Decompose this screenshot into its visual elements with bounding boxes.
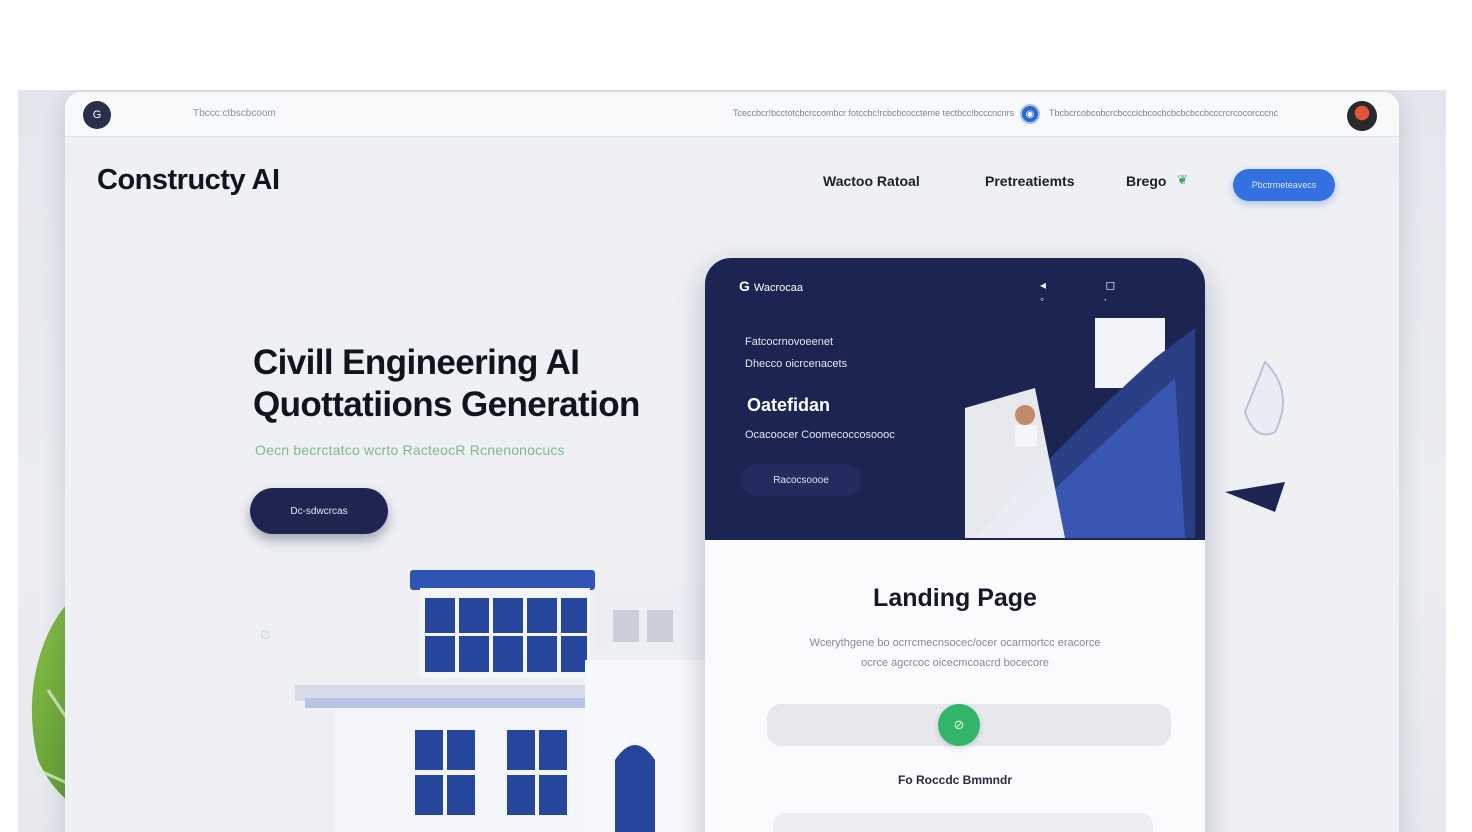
nav-item-3[interactable]: Brego [1126,173,1166,189]
phone-mockup: G Wacrocaa ◂ ◻ ◦ ∙ Fatcocrnovoeenet Dhecc… [705,258,1205,832]
hero-subtitle: Oecn becrctatco wcrto RacteocR Rcnenonoc… [255,442,565,458]
url-text-left: Tceccbcr!bcctotcbcrccombcr fotccbc!rcbcb… [733,108,1015,118]
building-illustration [295,570,715,832]
globe-icon[interactable]: ◉ [1020,104,1040,124]
landing-desc-line-1: Wcerythgene bo ocrrcmecnsocec/ocer ocarm… [809,637,1101,649]
landing-label: Fo Roccdc Bmmndr [897,773,1012,787]
phone-text-line-2: Dhecco oicrcenacets [745,358,848,370]
page-backdrop: G Tbccc:ctbscbcoom Tceccbcr!bcctotcbcrcc… [18,90,1446,832]
hero-cta-button[interactable]: Dc-sdwcrcas [250,488,388,534]
nav-item-2[interactable]: Pretreatiemts [985,173,1075,189]
landing-input-bar[interactable] [773,813,1153,832]
phone-logo-icon: G [739,278,750,294]
nav-item-1[interactable]: Wactoo Ratoal [823,173,920,189]
brand-logo-text[interactable]: Constructy AI [97,164,280,197]
address-text[interactable]: Tbccc:ctbscbcoom [193,108,276,119]
phone-logo-text: Wacrocaa [753,282,803,294]
hero-title: Civill Engineering AI Quottatiions Gener… [253,342,640,426]
browser-window: G Tbccc:ctbscbcoom Tceccbcr!bcctotcbcrcc… [65,92,1399,832]
phone-logo[interactable]: G Wacrocaa [739,278,803,294]
header-cta-button[interactable]: Pbctrmeteavecs [1233,169,1335,201]
hero-title-line-2: Quottatiions Generation [253,385,640,424]
site-logo-icon[interactable]: G [83,101,111,129]
url-text-right: Tbcbcrcobcobcrcbcccicbcocbcbcbcbccbcccrc… [1049,108,1279,118]
toggle-knob-icon[interactable]: ⊘ [938,704,980,746]
leaf-icon: ❦ [1177,172,1188,187]
phone-architecture-art [945,298,1205,543]
phone-text-line-3: Ocacoocer Coomecoccosoooc [745,429,895,441]
avatar[interactable] [1347,101,1377,131]
landing-description: Wcerythgene bo ocrrcmecnsocec/ocer ocarm… [765,633,1145,673]
floating-shape-decoration [1205,352,1325,527]
phone-cta-button[interactable]: Racocsoooe [741,464,861,496]
browser-toolbar: G Tbccc:ctbscbcoom Tceccbcr!bcctotcbcrcc… [65,92,1399,137]
phone-heading: Oatefidan [747,395,831,415]
landing-desc-line-2: ocrce agcrcoc oicecmcoacrd bocecore [861,657,1049,669]
hero-title-line-1: Civill Engineering AI [253,343,580,382]
watermark-icon: ∅ [260,628,271,642]
phone-text-line-1: Fatcocrnovoeenet [745,336,834,348]
landing-page-title: Landing Page [873,584,1037,612]
